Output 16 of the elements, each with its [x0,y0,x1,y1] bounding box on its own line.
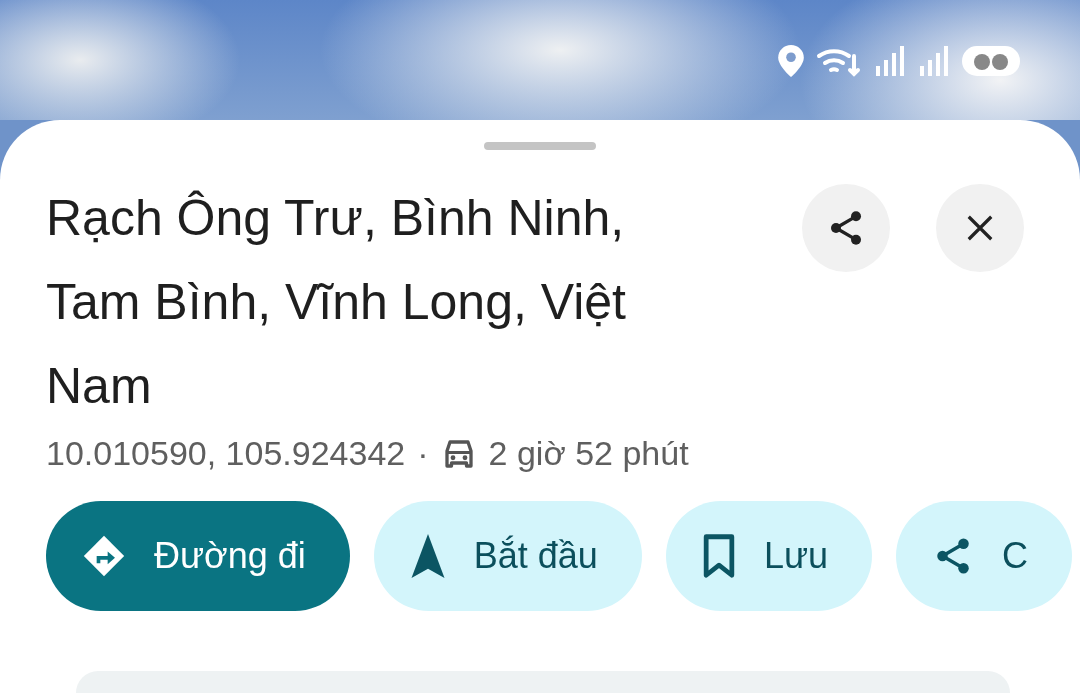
drive-time: 2 giờ 52 phút [488,434,689,474]
save-button[interactable]: Lưu [665,501,873,612]
bookmark-icon [701,534,736,579]
directions-icon [82,534,126,579]
share-button[interactable]: C [896,501,1073,612]
eye-face-icon [962,44,1020,78]
directions-button[interactable]: Đường đi [46,501,350,612]
coordinates: 10.010590, 105.924342 [46,434,406,474]
place-title: Rạch Ông Trư, Bình Ninh, Tam Bình, Vĩnh Long, Việt Nam [46,189,627,417]
start-button[interactable]: Bắt đầu [373,501,642,612]
drag-handle[interactable] [484,142,596,151]
separator-dot: · [417,434,429,474]
signal-bars-icon [918,46,950,76]
signal-bars-icon [874,46,906,76]
location-pin-icon [778,45,804,77]
navigation-arrow-icon [409,534,446,579]
